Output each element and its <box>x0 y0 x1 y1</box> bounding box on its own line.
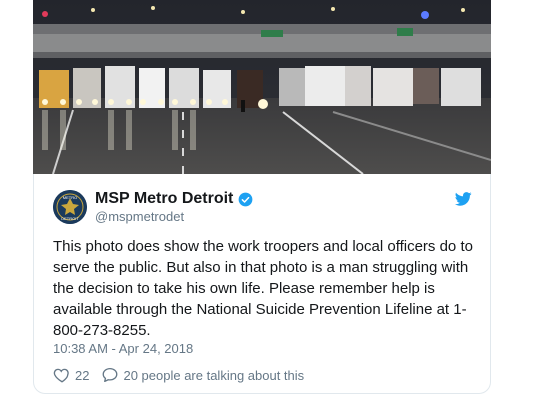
msp-badge-icon: METRO DETROIT <box>53 190 87 224</box>
verified-badge-icon <box>239 192 253 206</box>
display-name[interactable]: MSP Metro Detroit <box>95 190 233 208</box>
highway-night-photo <box>33 0 491 174</box>
avatar-text-bottom: DETROIT <box>61 216 79 221</box>
tweet-photo[interactable] <box>33 0 491 174</box>
heart-icon <box>53 368 69 383</box>
twitter-bird-icon[interactable] <box>455 192 472 206</box>
author-name-row[interactable]: MSP Metro Detroit <box>95 190 253 208</box>
tweet-text: This photo does show the work troopers a… <box>53 238 473 339</box>
user-handle[interactable]: @mspmetrodet <box>95 209 184 224</box>
speech-bubble-icon <box>103 367 118 383</box>
tweet-timestamp[interactable]: 10:38 AM - Apr 24, 2018 <box>53 341 193 356</box>
tweet-actions: 22 20 people are talking about this <box>53 366 304 384</box>
avatar-text-top: METRO <box>63 195 77 200</box>
like-button[interactable]: 22 <box>53 366 89 384</box>
tweet-card[interactable]: METRO DETROIT MSP Metro Detroit @mspmetr… <box>33 174 491 394</box>
like-count: 22 <box>75 367 90 383</box>
reply-button[interactable]: 20 people are talking about this <box>101 366 304 384</box>
talking-count-text: 20 people are talking about this <box>123 367 305 383</box>
avatar[interactable]: METRO DETROIT <box>53 190 87 224</box>
